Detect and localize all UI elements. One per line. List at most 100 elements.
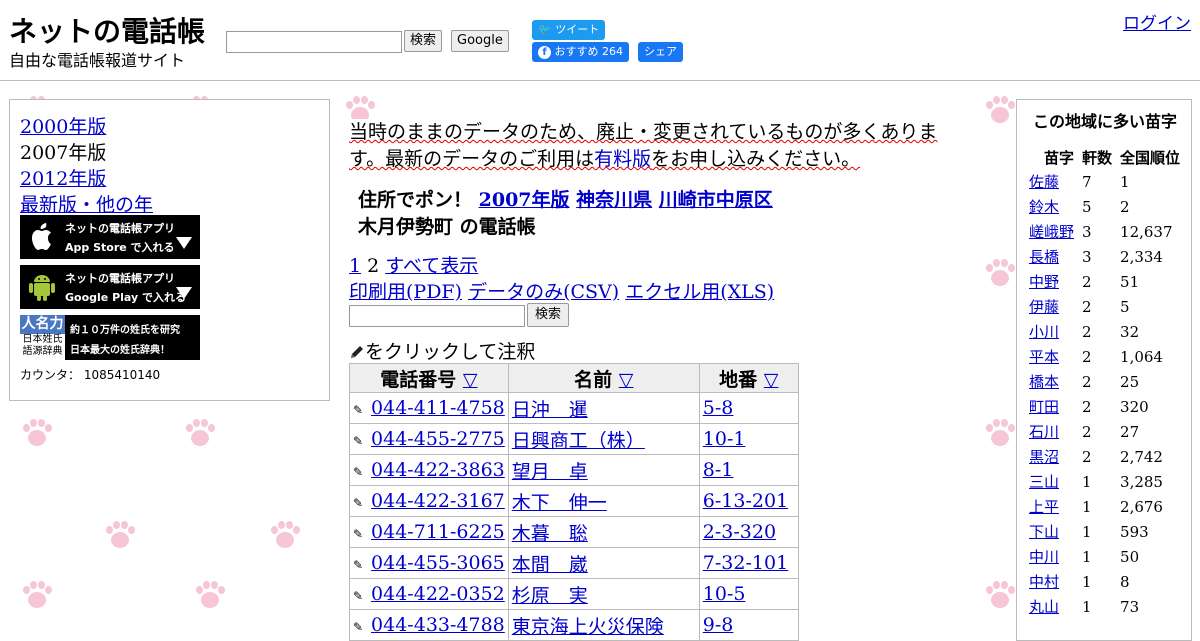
surname-cell: 丸山 [1025,594,1078,619]
pencil-icon[interactable]: ✎ [353,527,365,541]
pencil-icon[interactable]: ✎ [353,465,365,479]
surname-count: 1 [1082,572,1092,591]
year-link-2012[interactable]: 2012年版 [20,164,106,191]
lot-link[interactable]: 9-8 [703,614,734,636]
table-row: ✎ 044-711-6225 木暮 聡 2-3-320 [349,516,799,548]
sort-phone-icon[interactable]: ▽ [463,369,478,391]
facebook-recommend-label: おすすめ 264 [554,45,624,58]
surname-link[interactable]: 三山 [1029,473,1059,491]
pencil-icon[interactable]: ✎ [353,620,365,634]
phone-link[interactable]: 044-711-6225 [371,521,505,543]
surname-link[interactable]: 丸山 [1029,598,1059,616]
name-link[interactable]: 木下 伸一 [512,492,607,514]
column-header-name: 名前 ▽ [507,363,700,393]
app-store-banner[interactable]: ネットの電話帳アプリ App Store で入れる [20,215,200,259]
pencil-icon[interactable]: ✎ [353,589,365,603]
phone-header-label: 電話番号 [380,368,457,391]
facebook-share-button[interactable]: シェア [638,42,683,62]
google-play-banner[interactable]: ネットの電話帳アプリ Google Play で入れる [20,265,200,309]
city-link[interactable]: 川崎市中原区 [659,189,773,211]
surname-rank: 3,285 [1120,472,1163,491]
tweet-button[interactable]: 🐦 ツイート [532,20,606,40]
header-search-input[interactable] [226,31,402,53]
surname-rank: 12,637 [1120,222,1173,241]
surname-link[interactable]: 橋本 [1029,373,1059,391]
surname-link[interactable]: 中野 [1029,273,1059,291]
name-link[interactable]: 日興商工（株） [512,430,645,452]
show-all-link[interactable]: すべて表示 [385,255,478,277]
paid-version-link[interactable]: 有料版 [594,148,651,170]
pencil-icon[interactable]: ✎ [353,496,365,510]
phone-link[interactable]: 044-411-4758 [371,397,505,419]
edition-link[interactable]: 2007年版 [479,189,570,211]
export-xls-link[interactable]: エクセル用(XLS) [625,281,774,303]
listing-search-button[interactable]: 検索 [527,303,570,327]
phone-link[interactable]: 044-422-3167 [371,490,505,512]
surname-link[interactable]: 中川 [1029,548,1059,566]
phone-link[interactable]: 044-433-4788 [371,614,505,636]
phone-cell: ✎ 044-433-4788 [349,609,509,641]
google-search-button[interactable]: Google [451,30,509,52]
surname-link[interactable]: 伊藤 [1029,298,1059,316]
surname-link[interactable]: 長橋 [1029,248,1059,266]
prefecture-link[interactable]: 神奈川県 [576,189,652,211]
header-search-button[interactable]: 検索 [404,30,443,52]
sort-name-icon[interactable]: ▽ [619,369,634,391]
login-link[interactable]: ログイン [1123,9,1191,34]
phone-link[interactable]: 044-455-2775 [371,428,505,450]
surname-rank: 50 [1120,547,1140,566]
name-cell: 日沖 暹 [507,392,700,424]
surname-link[interactable]: 平本 [1029,348,1059,366]
surname-count: 2 [1082,297,1092,316]
surname-link[interactable]: 黒沼 [1029,448,1059,466]
surname-link[interactable]: 下山 [1029,523,1059,541]
lot-link[interactable]: 2-3-320 [703,521,776,543]
lot-link[interactable]: 10-1 [703,428,746,450]
name-link[interactable]: 望月 卓 [512,461,588,483]
lot-link[interactable]: 10-5 [703,583,746,605]
pencil-icon[interactable]: ✎ [353,558,365,572]
surname-link[interactable]: 佐藤 [1029,173,1059,191]
facebook-icon: f [538,46,551,59]
phone-link[interactable]: 044-422-0352 [371,583,505,605]
export-pdf-link[interactable]: 印刷用(PDF) [349,281,462,303]
column-header-lot: 地番 ▽ [698,363,799,393]
year-link-2000[interactable]: 2000年版 [20,112,106,139]
site-title[interactable]: ネットの電話帳 [9,10,205,50]
surname-link[interactable]: 小川 [1029,323,1059,341]
surname-row: 丸山 1 73 [1025,594,1184,619]
name-link[interactable]: 杉原 実 [512,585,588,607]
export-csv-link[interactable]: データのみ(CSV) [468,281,619,303]
lot-link[interactable]: 8-1 [703,459,734,481]
name-link[interactable]: 東京海上火災保険 [512,616,664,638]
listing-search-input[interactable] [349,305,525,327]
phone-link[interactable]: 044-422-3863 [371,459,505,481]
surname-link[interactable]: 町田 [1029,398,1059,416]
name-link[interactable]: 本間 崴 [512,554,588,576]
page-link-1[interactable]: 1 [349,255,361,277]
year-link-latest[interactable]: 最新版・他の年 [20,190,153,217]
surnames-header-row: 苗字 軒数 全国順位 [1025,145,1184,169]
surname-link[interactable]: 上平 [1029,498,1059,516]
pencil-icon[interactable]: ✎ [353,403,365,417]
surname-cell: 上平 [1025,494,1078,519]
surname-link[interactable]: 石川 [1029,423,1059,441]
surname-link[interactable]: 鈴木 [1029,198,1059,216]
pencil-icon[interactable]: ✎ [353,434,365,448]
count-header: 軒数 [1082,148,1113,167]
lot-link[interactable]: 7-32-101 [703,552,788,574]
jinmei-dictionary-banner[interactable]: 人名力 日本姓氏語源辞典 約１０万件の姓氏を研究 日本最大の姓氏辞典！ [20,315,200,360]
lot-link[interactable]: 6-13-201 [703,490,788,512]
phone-link[interactable]: 044-455-3065 [371,552,505,574]
name-link[interactable]: 日沖 暹 [512,399,588,421]
surname-row: 平本 2 1,064 [1025,344,1184,369]
surname-row: 三山 1 3,285 [1025,469,1184,494]
table-row: ✎ 044-422-3167 木下 伸一 6-13-201 [349,485,799,517]
lot-link[interactable]: 5-8 [703,397,734,419]
surname-link[interactable]: 嵯峨野 [1029,223,1074,241]
surname-link[interactable]: 中村 [1029,573,1059,591]
sort-lot-icon[interactable]: ▽ [764,369,779,391]
facebook-recommend-button[interactable]: f おすすめ 264 [532,42,629,62]
surname-row: 中川 1 50 [1025,544,1184,569]
name-link[interactable]: 木暮 聡 [512,523,588,545]
